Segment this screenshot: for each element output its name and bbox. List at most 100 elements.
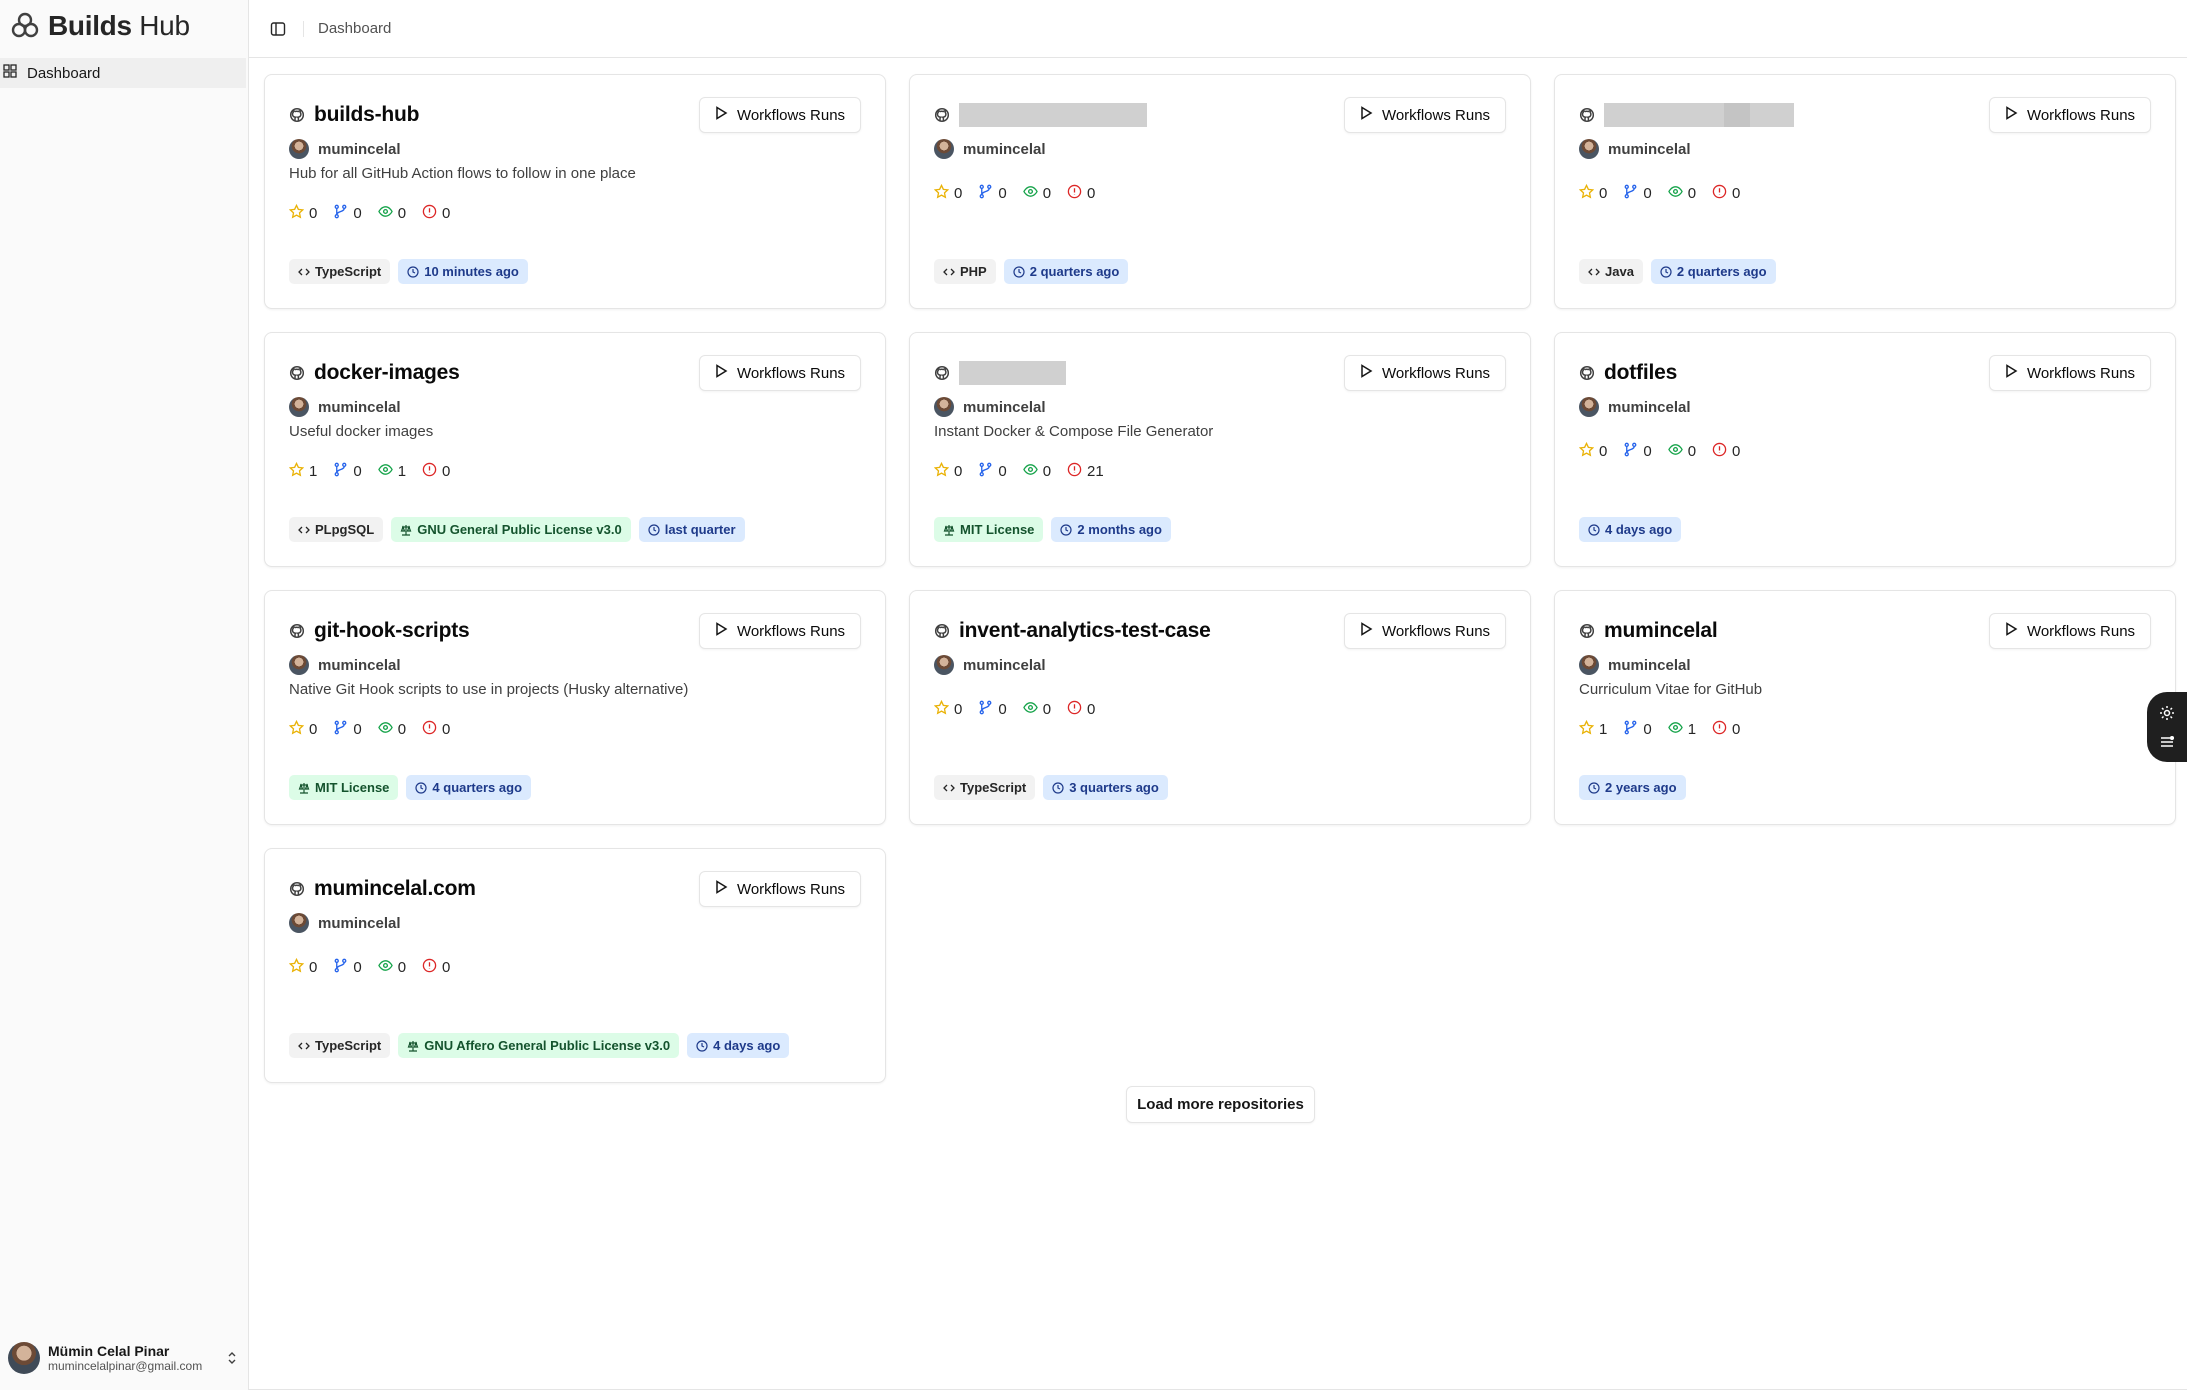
grid-icon xyxy=(3,63,17,83)
workflows-runs-button[interactable]: Workflows Runs xyxy=(1989,613,2151,649)
forks-stat: 0 xyxy=(978,462,1007,481)
avatar xyxy=(934,139,954,159)
issue-icon xyxy=(422,204,437,223)
workflows-runs-button[interactable]: Workflows Runs xyxy=(1344,613,1506,649)
redacted-block xyxy=(959,103,1147,127)
eye-icon xyxy=(1667,442,1683,461)
forks-stat: 0 xyxy=(978,700,1007,719)
star-icon xyxy=(1578,441,1595,461)
repo-owner: mumincelal xyxy=(289,137,861,161)
forks-stat: 0 xyxy=(978,184,1007,203)
gear-icon[interactable] xyxy=(2157,703,2177,723)
avatar xyxy=(1579,139,1599,159)
sidebar: Builds Hub Dashboard Mümin Celal Pinar m… xyxy=(0,0,249,1390)
repo-name[interactable]: dotfiles xyxy=(1604,361,1989,385)
fork-icon xyxy=(1623,720,1638,739)
fork-icon xyxy=(1623,442,1638,461)
redacted-block xyxy=(1604,103,1724,127)
repo-stats: 1 0 1 0 xyxy=(1578,719,2151,739)
eye-icon xyxy=(377,958,393,977)
issues-stat: 0 xyxy=(422,462,450,481)
repo-stats: 0 0 0 0 xyxy=(933,183,1506,203)
forks-stat: 0 xyxy=(1623,720,1652,739)
language-badge: TypeScript xyxy=(934,775,1036,800)
forks-stat: 0 xyxy=(333,462,362,481)
issue-icon xyxy=(1067,700,1082,719)
app-root: Builds Hub Dashboard Mümin Celal Pinar m… xyxy=(0,0,2187,1390)
sidebar-toggle-icon[interactable] xyxy=(267,18,289,40)
watchers-stat: 0 xyxy=(377,958,406,977)
star-icon xyxy=(1578,183,1595,203)
sidebar-item-dashboard[interactable]: Dashboard xyxy=(0,58,246,88)
issues-stat: 0 xyxy=(422,958,450,977)
play-icon xyxy=(2005,622,2018,640)
workflows-runs-button[interactable]: Workflows Runs xyxy=(1989,97,2151,133)
repo-name[interactable]: mumincelal xyxy=(1604,619,1989,643)
workflows-runs-button[interactable]: Workflows Runs xyxy=(699,97,861,133)
avatar xyxy=(289,139,309,159)
repo-stats: 0 0 0 21 xyxy=(933,461,1506,481)
repo-name[interactable]: docker-images xyxy=(314,361,699,385)
repo-card: mumincelal Workflows Runs mumincelal Cur… xyxy=(1554,590,2176,825)
forks-stat: 0 xyxy=(333,204,362,223)
fork-icon xyxy=(333,462,348,481)
workflows-runs-button[interactable]: Workflows Runs xyxy=(699,871,861,907)
forks-stat: 0 xyxy=(333,720,362,739)
chevrons-up-down-icon xyxy=(224,1350,240,1366)
stars-stat: 0 xyxy=(288,957,317,977)
repo-owner: mumincelal xyxy=(934,137,1506,161)
redacted-block xyxy=(959,361,1066,385)
star-icon xyxy=(933,699,950,719)
stars-stat: 0 xyxy=(933,699,962,719)
github-icon xyxy=(934,107,950,123)
star-icon xyxy=(933,461,950,481)
repo-card: dotfiles Workflows Runs mumincelal 0 0 0… xyxy=(1554,332,2176,567)
repo-badges: 2 years ago xyxy=(1579,775,1686,800)
avatar xyxy=(1579,655,1599,675)
eye-icon xyxy=(1667,184,1683,203)
fork-icon xyxy=(978,700,993,719)
watchers-stat: 0 xyxy=(377,720,406,739)
updated-badge: 2 months ago xyxy=(1051,517,1171,542)
github-icon xyxy=(289,107,305,123)
issues-stat: 0 xyxy=(1712,184,1740,203)
workflows-runs-button[interactable]: Workflows Runs xyxy=(699,613,861,649)
license-badge: GNU Affero General Public License v3.0 xyxy=(398,1033,680,1058)
eye-icon xyxy=(1022,184,1038,203)
issues-stat: 0 xyxy=(422,204,450,223)
license-badge: MIT License xyxy=(289,775,399,800)
divider xyxy=(303,20,304,37)
issue-icon xyxy=(422,958,437,977)
play-icon xyxy=(2005,364,2018,382)
avatar xyxy=(934,655,954,675)
header: Dashboard xyxy=(249,0,2187,58)
avatar xyxy=(1579,397,1599,417)
repo-name[interactable]: git-hook-scripts xyxy=(314,619,699,643)
repo-badges: Java 2 quarters ago xyxy=(1579,259,1776,284)
stars-stat: 0 xyxy=(933,183,962,203)
workflows-runs-button[interactable]: Workflows Runs xyxy=(1989,355,2151,391)
github-icon xyxy=(289,365,305,381)
repo-card: Workflows Runs mumincelal Instant Docker… xyxy=(909,332,1531,567)
user-menu[interactable]: Mümin Celal Pinar mumincelalpinar@gmail.… xyxy=(8,1338,240,1378)
avatar xyxy=(289,397,309,417)
brand[interactable]: Builds Hub xyxy=(0,0,248,52)
repo-name[interactable]: builds-hub xyxy=(314,103,699,127)
load-more-button[interactable]: Load more repositories xyxy=(1126,1086,1315,1123)
github-icon xyxy=(1579,623,1595,639)
watchers-stat: 0 xyxy=(1667,442,1696,461)
repo-card: git-hook-scripts Workflows Runs mumincel… xyxy=(264,590,886,825)
workflows-runs-button[interactable]: Workflows Runs xyxy=(1344,355,1506,391)
workflows-runs-label: Workflows Runs xyxy=(736,364,846,382)
repo-name[interactable]: invent-analytics-test-case xyxy=(959,619,1344,643)
repo-stats: 0 0 0 0 xyxy=(288,957,861,977)
repo-description: Instant Docker & Compose File Generator xyxy=(934,423,1214,440)
brand-title: Builds Hub xyxy=(48,10,190,41)
list-icon[interactable] xyxy=(2157,732,2177,752)
workflows-runs-button[interactable]: Workflows Runs xyxy=(699,355,861,391)
repo-name-redacted xyxy=(1604,103,1989,127)
watchers-stat: 0 xyxy=(377,204,406,223)
repo-name[interactable]: mumincelal.com xyxy=(314,877,699,901)
fork-icon xyxy=(333,204,348,223)
workflows-runs-button[interactable]: Workflows Runs xyxy=(1344,97,1506,133)
